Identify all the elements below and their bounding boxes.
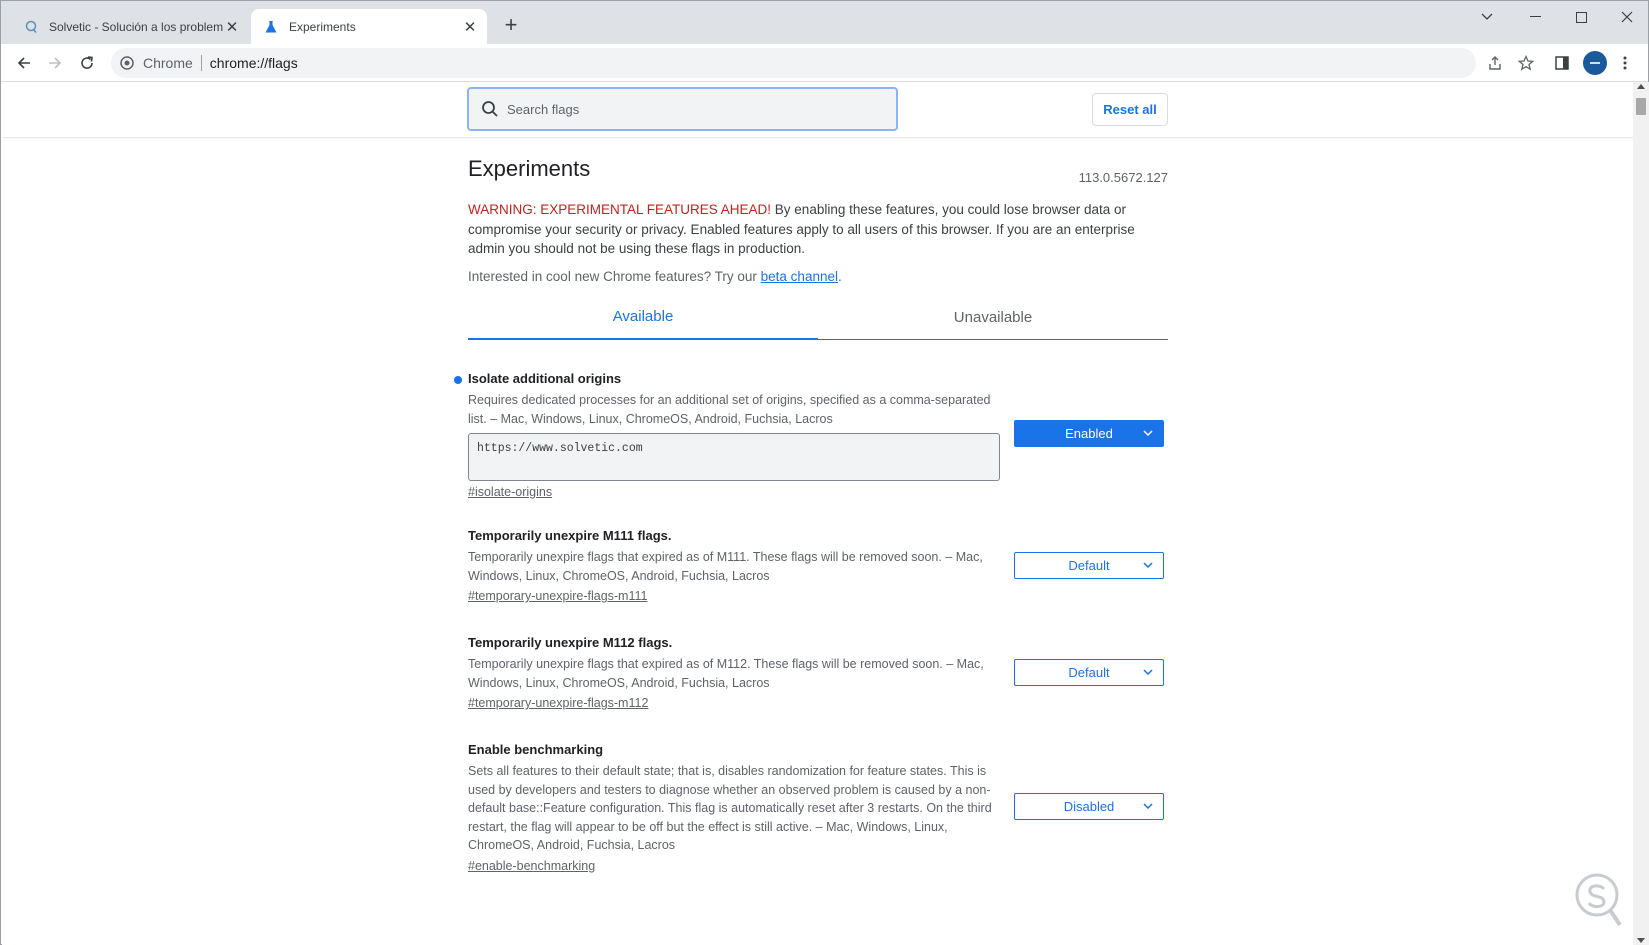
beta-promo: Interested in cool new Chrome features? … (468, 269, 842, 284)
forward-arrow-icon[interactable] (42, 50, 68, 76)
tab-search-icon[interactable] (1464, 5, 1510, 29)
experiment-enable-benchmarking: Enable benchmarking Sets all features to… (468, 742, 1168, 875)
close-tab-icon[interactable]: ✕ (461, 18, 479, 36)
select-value: Default (1068, 558, 1110, 573)
experiment-link[interactable]: #temporary-unexpire-flags-m112 (468, 696, 648, 710)
experiment-state-select[interactable]: Enabled (1014, 420, 1164, 447)
tab-title: Solvetic - Solución a los problem (49, 19, 223, 34)
beta-promo-end: . (837, 269, 842, 284)
origins-textarea[interactable]: https://www.solvetic.com (468, 433, 1000, 481)
tab-available[interactable]: Available (468, 294, 818, 340)
window-close-icon[interactable] (1604, 5, 1649, 29)
experiment-name: Temporarily unexpire M112 flags. (468, 635, 673, 650)
search-flags-input[interactable] (507, 101, 867, 117)
chevron-down-icon (1143, 427, 1155, 439)
share-icon[interactable] (1483, 51, 1507, 75)
beta-channel-link[interactable]: beta channel (761, 269, 838, 284)
select-value: Enabled (1065, 426, 1113, 441)
select-value: Default (1068, 665, 1110, 680)
experiment-description: Requires dedicated processes for an addi… (468, 393, 991, 426)
chevron-down-icon (1143, 666, 1155, 678)
new-tab-button[interactable]: + (499, 14, 523, 38)
experiment-isolate-origins: Isolate additional origins Requires dedi… (454, 371, 1168, 501)
scroll-thumb[interactable] (1636, 98, 1646, 115)
tab-unavailable[interactable]: Unavailable (818, 294, 1168, 340)
tab-strip: Solvetic - Solución a los problem ✕ Expe… (1, 1, 1648, 44)
experiment-description: Sets all features to their default state… (468, 764, 992, 852)
experiment-link[interactable]: #temporary-unexpire-flags-m111 (468, 589, 647, 603)
page-title: Experiments (468, 156, 591, 181)
maximize-icon[interactable] (1558, 5, 1604, 29)
tab-title: Experiments (289, 19, 356, 34)
experiment-state-select[interactable]: Default (1014, 659, 1164, 686)
experiment-unexpire-m112: Temporarily unexpire M112 flags. Tempora… (468, 635, 1168, 712)
experiment-name: Isolate additional origins (468, 371, 622, 386)
minimize-icon[interactable] (1512, 5, 1558, 29)
solvetic-watermark-icon (1573, 871, 1623, 931)
experiment-description: Temporarily unexpire flags that expired … (468, 657, 984, 690)
flask-icon (263, 19, 279, 35)
reload-icon[interactable] (74, 50, 100, 76)
url-text[interactable]: chrome://flags (210, 55, 298, 71)
warning-heading: WARNING: EXPERIMENTAL FEATURES AHEAD! (468, 202, 772, 217)
reset-all-button[interactable]: Reset all (1092, 93, 1168, 126)
bookmark-star-icon[interactable] (1514, 51, 1538, 75)
profile-avatar[interactable] (1583, 51, 1607, 75)
select-value: Disabled (1063, 799, 1115, 814)
side-panel-icon[interactable] (1550, 51, 1574, 75)
search-flags-box[interactable] (467, 87, 898, 131)
address-bar[interactable]: Chrome chrome://flags (111, 48, 1476, 78)
warning-text: WARNING: EXPERIMENTAL FEATURES AHEAD! By… (468, 200, 1168, 259)
experiment-link[interactable]: #isolate-origins (468, 485, 552, 499)
chrome-icon (119, 55, 135, 71)
experiment-unexpire-m111: Temporarily unexpire M111 flags. Tempora… (468, 528, 1168, 605)
menu-kebab-icon[interactable] (1613, 51, 1637, 75)
chevron-down-icon (1143, 800, 1155, 812)
close-tab-icon[interactable]: ✕ (223, 18, 241, 36)
experiment-name: Enable benchmarking (468, 742, 604, 757)
modified-dot-icon (454, 376, 462, 384)
magnifier-icon (23, 19, 39, 35)
experiment-description: Temporarily unexpire flags that expired … (468, 550, 983, 583)
experiment-link[interactable]: #enable-benchmarking (468, 859, 595, 873)
chevron-down-icon (1143, 559, 1155, 571)
back-arrow-icon[interactable] (11, 50, 37, 76)
experiment-state-select[interactable]: Disabled (1014, 793, 1164, 820)
tab-solvetic[interactable]: Solvetic - Solución a los problem ✕ (11, 9, 249, 44)
flags-tabs: Available Unavailable (468, 294, 1168, 340)
flags-header: Reset all (2, 82, 1633, 138)
experiment-name: Temporarily unexpire M111 flags. (468, 528, 672, 543)
beta-promo-text: Interested in cool new Chrome features? … (468, 269, 761, 284)
browser-window: Solvetic - Solución a los problem ✕ Expe… (0, 0, 1649, 945)
site-chip: Chrome (143, 55, 202, 71)
page-scrollbar[interactable] (1633, 82, 1649, 945)
version-label: 113.0.5672.127 (1078, 170, 1168, 185)
experiment-state-select[interactable]: Default (1014, 552, 1164, 579)
tab-experiments[interactable]: Experiments ✕ (251, 9, 487, 44)
scroll-up-arrow-icon[interactable] (1637, 84, 1645, 89)
scroll-down-arrow-icon[interactable] (1637, 938, 1645, 943)
search-icon (481, 99, 501, 119)
flags-page: Reset all Experiments 113.0.5672.127 WAR… (2, 82, 1633, 945)
toolbar: Chrome chrome://flags (1, 44, 1648, 82)
